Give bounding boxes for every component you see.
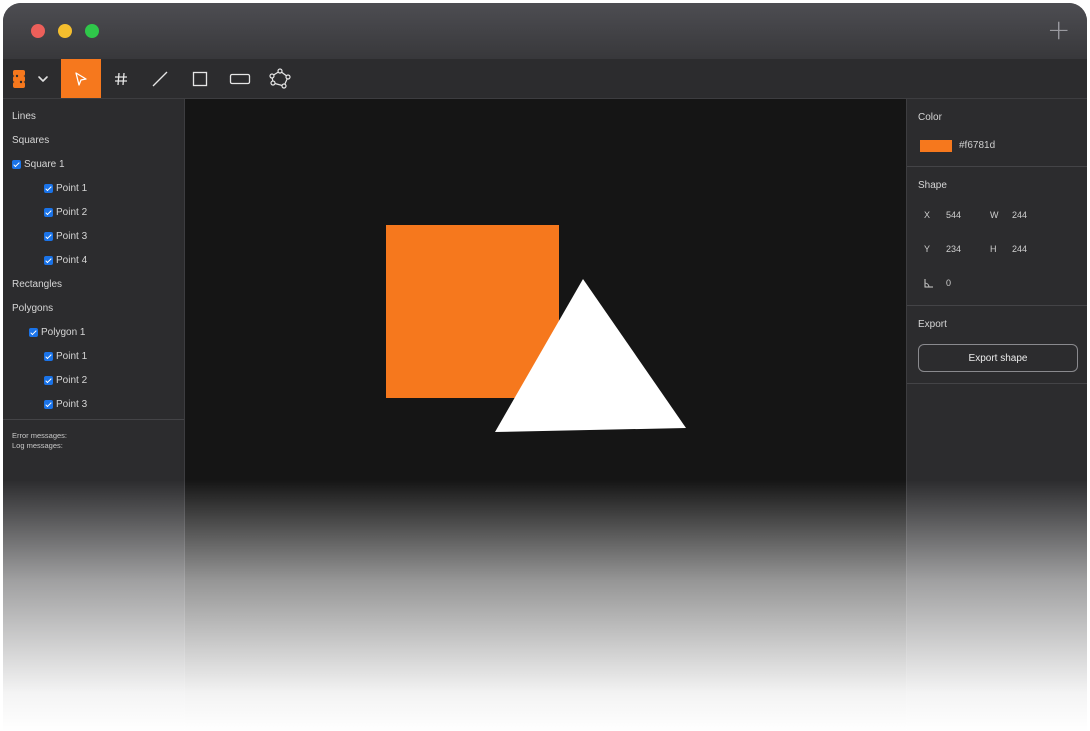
error-messages-label: Error messages: <box>12 431 68 440</box>
toolbar <box>3 59 1087 99</box>
panel-divider <box>907 166 1087 167</box>
properties-panel: Color #f6781d Shape X 544 W 244 Y 234 H … <box>906 99 1087 731</box>
point-checkbox[interactable] <box>44 183 53 193</box>
logo-icon <box>13 70 48 88</box>
layers-panel: Lines Squares Square 1 Point 1 Point 2 P… <box>3 99 185 731</box>
rectangle-icon <box>229 73 251 84</box>
tree-item-point[interactable]: Point 1 <box>44 348 87 364</box>
log-messages-label: Log messages: <box>12 441 63 450</box>
x-label: X <box>924 210 931 220</box>
color-swatch[interactable] <box>920 140 952 152</box>
angle-value-field[interactable]: 0 <box>946 278 951 288</box>
pointer-icon <box>75 71 87 86</box>
tree-item-point[interactable]: Point 2 <box>44 372 87 388</box>
maximize-window-button[interactable] <box>85 24 99 38</box>
square-1-checkbox[interactable] <box>12 159 21 169</box>
drawing-canvas[interactable] <box>185 99 906 731</box>
export-shape-button[interactable]: Export shape <box>918 344 1078 372</box>
app-window: + Lines Squares Square 1 Point 1 Point 2… <box>3 3 1087 731</box>
tree-item-label: Point 3 <box>56 230 88 242</box>
new-tab-button[interactable]: + <box>1047 16 1070 44</box>
y-label: Y <box>924 244 931 254</box>
minimize-window-button[interactable] <box>58 24 72 38</box>
tree-item-label: Point 3 <box>56 398 88 410</box>
tree-group-rectangles[interactable]: Rectangles <box>12 276 62 292</box>
hash-icon <box>115 72 127 85</box>
panel-divider <box>907 305 1087 306</box>
point-checkbox[interactable] <box>44 399 53 409</box>
tree-item-point[interactable]: Point 1 <box>44 180 87 196</box>
tree-item-square-1[interactable]: Square 1 <box>12 156 65 172</box>
h-label: H <box>990 244 997 254</box>
tree-group-label: Lines <box>12 110 36 122</box>
angle-icon <box>924 279 933 288</box>
tree-item-label: Polygon 1 <box>41 326 86 338</box>
tree-item-label: Point 2 <box>56 374 88 386</box>
h-value-field[interactable]: 244 <box>1012 244 1027 254</box>
canvas-svg <box>386 225 686 432</box>
square-tool-button[interactable] <box>180 59 220 98</box>
x-value-field[interactable]: 544 <box>946 210 961 220</box>
tree-group-lines[interactable]: Lines <box>12 108 36 124</box>
tree-group-polygons[interactable]: Polygons <box>12 300 53 316</box>
point-checkbox[interactable] <box>44 375 53 385</box>
tree-item-point[interactable]: Point 3 <box>44 396 87 412</box>
polygon-icon <box>269 67 291 89</box>
tree-item-label: Point 1 <box>56 182 88 194</box>
logo-menu-button[interactable] <box>9 65 55 93</box>
select-tool-button[interactable] <box>61 59 101 98</box>
tree-item-polygon-1[interactable]: Polygon 1 <box>29 324 85 340</box>
tree-item-label: Point 4 <box>56 254 88 266</box>
tree-group-label: Squares <box>12 134 50 146</box>
tree-item-point[interactable]: Point 4 <box>44 252 87 268</box>
square-icon <box>192 71 208 86</box>
y-value-field[interactable]: 234 <box>946 244 961 254</box>
chevron-down-icon <box>38 76 48 82</box>
point-checkbox[interactable] <box>44 255 53 265</box>
tree-item-label: Point 1 <box>56 350 88 362</box>
color-section-title: Color <box>918 112 942 123</box>
line-icon <box>152 71 168 86</box>
panel-divider <box>907 383 1087 384</box>
close-window-button[interactable] <box>31 24 45 38</box>
tree-item-label: Point 2 <box>56 206 88 218</box>
grid-tool-button[interactable] <box>101 59 141 98</box>
line-tool-button[interactable] <box>140 59 180 98</box>
rectangle-tool-button[interactable] <box>220 59 260 98</box>
panel-divider <box>3 419 184 420</box>
shape-section-title: Shape <box>918 180 947 191</box>
title-bar: + <box>3 3 1087 59</box>
w-value-field[interactable]: 244 <box>1012 210 1027 220</box>
w-label: W <box>990 210 999 220</box>
tree-group-squares[interactable]: Squares <box>12 132 49 148</box>
point-checkbox[interactable] <box>44 207 53 217</box>
polygon-1-checkbox[interactable] <box>29 327 38 337</box>
point-checkbox[interactable] <box>44 231 53 241</box>
tree-item-point[interactable]: Point 3 <box>44 228 87 244</box>
tree-group-label: Polygons <box>12 302 54 314</box>
tree-group-label: Rectangles <box>12 278 63 290</box>
polygon-tool-button[interactable] <box>260 59 300 98</box>
tree-item-point[interactable]: Point 2 <box>44 204 87 220</box>
color-hex-value[interactable]: #f6781d <box>959 140 995 151</box>
export-section-title: Export <box>918 319 947 330</box>
tree-item-label: Square 1 <box>24 158 65 170</box>
point-checkbox[interactable] <box>44 351 53 361</box>
